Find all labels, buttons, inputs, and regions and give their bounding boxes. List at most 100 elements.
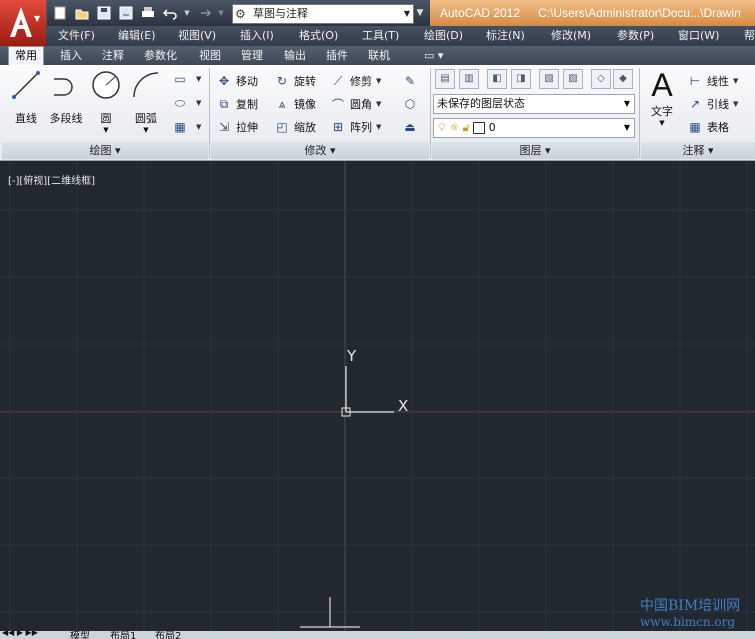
- tab-layout2[interactable]: 布局2: [155, 631, 181, 639]
- open-file-button[interactable]: [74, 5, 90, 21]
- layer-properties-icon[interactable]: ▤: [435, 69, 455, 89]
- menu-tools[interactable]: 工具(T): [362, 26, 399, 46]
- tab-plugins[interactable]: 插件: [320, 47, 354, 65]
- tab-parametric[interactable]: 参数化: [138, 47, 183, 65]
- watermark-line1: 中国BIM培训网: [640, 598, 741, 614]
- new-file-button[interactable]: [52, 5, 68, 21]
- menu-modify[interactable]: 修改(M): [551, 26, 591, 46]
- draw-panel-title[interactable]: 绘图 ▾: [2, 142, 208, 159]
- leader-tool[interactable]: ↗ 引线 ▼: [687, 94, 738, 114]
- chevron-down-icon: ▼: [623, 123, 630, 132]
- workspace-dropdown[interactable]: ⚙ 草图与注释 ▼: [232, 4, 414, 24]
- plot-button[interactable]: [140, 5, 156, 21]
- save-button[interactable]: [96, 5, 112, 21]
- trim-tool[interactable]: ⟋ 修剪 ▼: [330, 71, 382, 91]
- move-tool[interactable]: ✥ 移动: [216, 71, 258, 91]
- array-label: 阵列: [350, 121, 372, 134]
- chevron-down-icon: ▼: [143, 126, 149, 134]
- menu-insert[interactable]: 插入(I): [240, 26, 274, 46]
- linear-dimension-tool[interactable]: ⊢ 线性 ▼: [687, 71, 739, 91]
- redo-button[interactable]: [196, 5, 212, 21]
- tab-online[interactable]: 联机: [362, 47, 396, 65]
- explode-tool[interactable]: ⬡: [402, 94, 422, 114]
- circle-icon: [92, 71, 120, 99]
- circle-tool[interactable]: 圆 ▼: [86, 69, 126, 134]
- menu-file[interactable]: 文件(F): [58, 26, 95, 46]
- undo-button[interactable]: [162, 5, 178, 21]
- ellipse-icon: ⬭: [174, 95, 186, 110]
- ucs-y-label: Y: [346, 347, 357, 365]
- layer-off-icon[interactable]: ◇: [591, 69, 611, 89]
- undo-dropdown[interactable]: ▼: [184, 5, 190, 21]
- move-icon: ✥: [218, 74, 230, 88]
- fillet-icon: ⌒: [331, 97, 344, 112]
- tab-output[interactable]: 输出: [278, 47, 312, 65]
- layer-state-dropdown[interactable]: 未保存的图层状态 ▼: [433, 94, 635, 114]
- rotate-tool[interactable]: ↻ 旋转: [274, 71, 316, 91]
- ellipse-tool[interactable]: ⬭ ▼: [172, 93, 202, 113]
- menu-edit[interactable]: 编辑(E): [118, 26, 156, 46]
- menu-draw[interactable]: 绘图(D): [424, 26, 463, 46]
- erase-tool[interactable]: ✎: [402, 71, 422, 91]
- array-tool[interactable]: ⊞ 阵列 ▼: [330, 117, 381, 137]
- menu-bar: 文件(F) 编辑(E) 视图(V) 插入(I) 格式(O) 工具(T) 绘图(D…: [46, 26, 755, 46]
- line-label: 直线: [15, 112, 37, 125]
- offset-tool[interactable]: ⏏: [402, 117, 422, 137]
- stretch-tool[interactable]: ⇲ 拉伸: [216, 117, 258, 137]
- sun-icon: ☼: [449, 121, 460, 134]
- workspace-name: 草图与注释: [253, 7, 308, 20]
- tab-model[interactable]: 模型: [70, 631, 90, 639]
- menu-format[interactable]: 格式(O): [299, 26, 338, 46]
- tab-insert[interactable]: 插入: [54, 47, 88, 65]
- chevron-down-icon: ▼: [403, 9, 410, 18]
- nav-arrows-icon[interactable]: ◀◀ ▶ ▶▶: [2, 631, 38, 637]
- explode-icon: ⬡: [404, 97, 416, 111]
- line-tool[interactable]: 直线: [6, 69, 46, 126]
- menu-help[interactable]: 帮: [744, 26, 755, 46]
- menu-parametric[interactable]: 参数(P): [617, 26, 654, 46]
- layer-state-icon[interactable]: ▥: [459, 69, 479, 89]
- ribbon-minimize-button[interactable]: ▭ ▾: [418, 47, 449, 65]
- table-tool[interactable]: ▦ 表格: [687, 117, 729, 137]
- arc-icon: [133, 72, 159, 98]
- trim-icon: ⟋: [333, 73, 343, 88]
- current-layer-dropdown[interactable]: 💡︎ ☼ 🔓︎ 0 ▼: [433, 118, 635, 138]
- array-icon: ⊞: [332, 120, 344, 134]
- customize-toolbar-button[interactable]: ▼: [414, 4, 426, 22]
- mirror-tool[interactable]: ⩓ 镜像: [274, 94, 316, 114]
- layer-unisolate-icon[interactable]: ◨: [511, 69, 531, 89]
- polyline-tool[interactable]: 多段线: [46, 69, 86, 126]
- fillet-label: 圆角: [350, 98, 372, 111]
- tab-manage[interactable]: 管理: [235, 47, 269, 65]
- application-menu-button[interactable]: ▼: [0, 0, 47, 46]
- drawing-canvas[interactable]: Y X [-][俯视][二维线框]: [0, 161, 755, 631]
- layers-panel-title[interactable]: 图层 ▾: [432, 142, 638, 159]
- chevron-down-icon: ▼: [196, 123, 202, 131]
- chevron-down-icon: ▼: [34, 14, 41, 23]
- tab-annotate[interactable]: 注释: [96, 47, 130, 65]
- copy-tool[interactable]: ⧉ 复制: [216, 94, 258, 114]
- redo-dropdown[interactable]: ▼: [218, 5, 224, 21]
- text-tool[interactable]: A 文字 ▼: [642, 69, 682, 127]
- annotation-panel-title[interactable]: 注释 ▾: [641, 142, 755, 159]
- panel-divider: [430, 68, 431, 158]
- rectangle-tool[interactable]: ▭ ▼: [172, 69, 201, 89]
- fillet-tool[interactable]: ⌒ 圆角 ▼: [330, 94, 381, 114]
- layer-isolate-icon[interactable]: ◧: [487, 69, 507, 89]
- tab-view[interactable]: 视图: [193, 47, 227, 65]
- menu-view[interactable]: 视图(V): [178, 26, 216, 46]
- title-bar: ▼ ▼ ▼ ⚙ 草图与注释 ▼ ▼ AutoCAD 2012 C:\Users\A…: [0, 0, 755, 46]
- make-current-icon[interactable]: ▧: [539, 69, 559, 89]
- arc-tool[interactable]: 圆弧 ▼: [126, 69, 166, 134]
- tab-layout1[interactable]: 布局1: [110, 631, 136, 639]
- modify-panel-title[interactable]: 修改 ▾: [211, 142, 429, 159]
- scale-tool[interactable]: ◰ 缩放: [274, 117, 316, 137]
- layer-freeze-icon[interactable]: ◆: [613, 69, 633, 89]
- menu-dimension[interactable]: 标注(N): [486, 26, 525, 46]
- menu-window[interactable]: 窗口(W): [678, 26, 719, 46]
- tab-home[interactable]: 常用: [8, 46, 44, 66]
- hatch-tool[interactable]: ▦ ▼: [172, 117, 201, 137]
- save-as-button[interactable]: [118, 5, 134, 21]
- layer-match-icon[interactable]: ▨: [563, 69, 583, 89]
- viewport-controls[interactable]: [-][俯视][二维线框]: [8, 172, 95, 187]
